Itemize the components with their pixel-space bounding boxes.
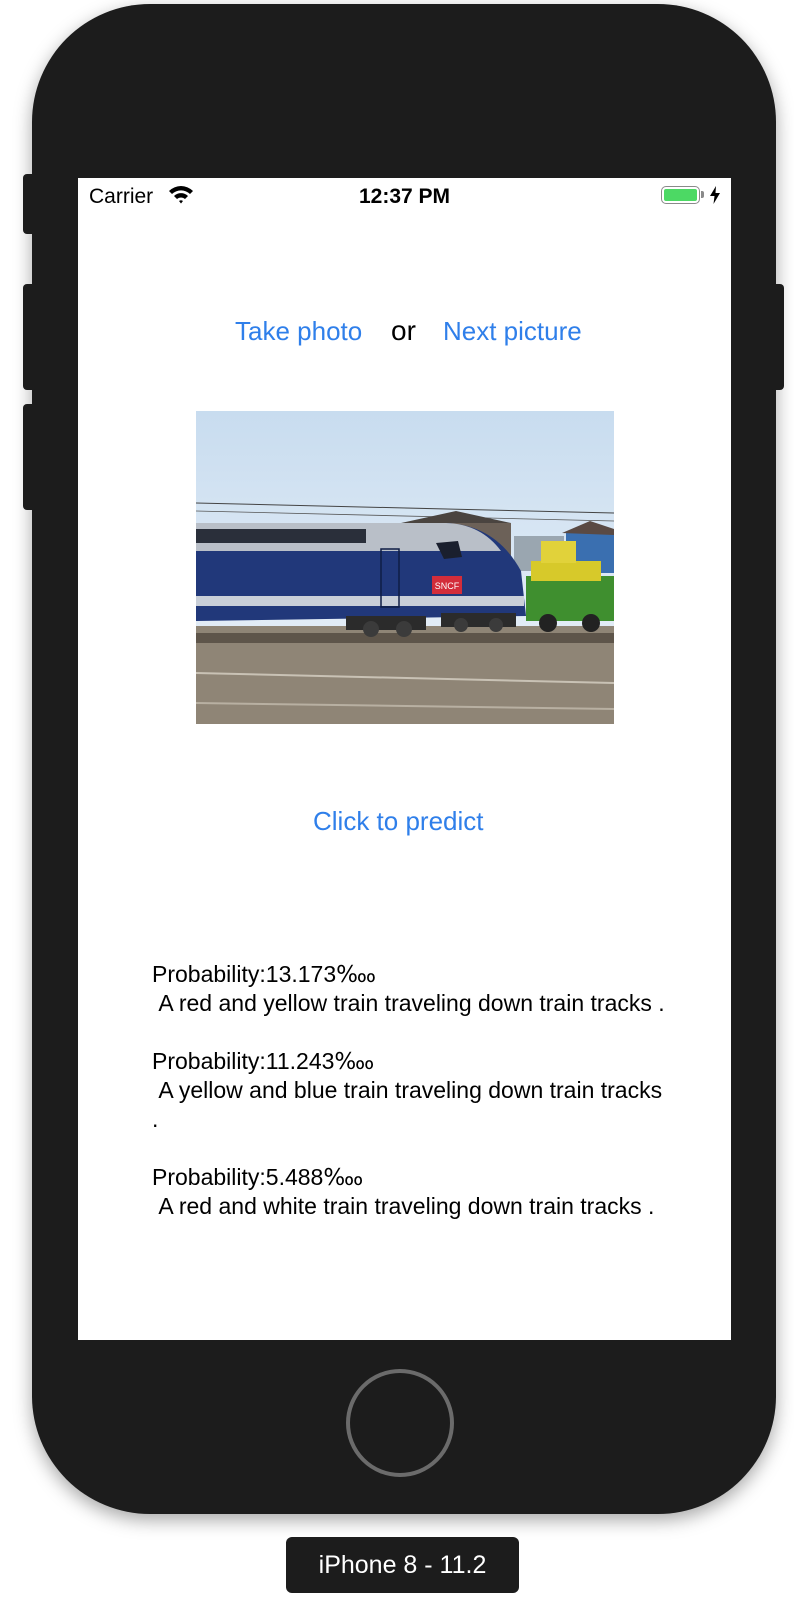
result-caption: A red and white train traveling down tra… <box>152 1193 655 1219</box>
train-photo: SNCF <box>196 411 614 724</box>
prediction-results: Probability:13.173‱ A red and yellow tra… <box>152 960 672 1250</box>
result-item: Probability:5.488‱ A red and white train… <box>152 1163 672 1221</box>
predict-button[interactable]: Click to predict <box>313 806 484 837</box>
result-probability: Probability:11.243‱ <box>152 1048 375 1074</box>
charging-bolt-icon <box>710 186 720 204</box>
result-probability: Probability:13.173‱ <box>152 961 377 987</box>
status-bar: Carrier 12:37 PM <box>78 178 731 216</box>
or-label: or <box>391 315 416 346</box>
battery-cap <box>701 191 704 198</box>
home-button[interactable] <box>346 1369 454 1477</box>
train-photo-illustration: SNCF <box>196 411 614 724</box>
result-item: Probability:11.243‱ A yellow and blue tr… <box>152 1047 672 1134</box>
device-label: iPhone 8 - 11.2 <box>286 1537 519 1593</box>
battery-level-fill <box>664 189 697 201</box>
volume-up-button <box>23 284 37 390</box>
volume-down-button <box>23 404 37 510</box>
battery-icon <box>661 186 700 204</box>
sncf-logo: SNCF <box>435 581 460 591</box>
app-screen: Carrier 12:37 PM Take photo or Next pict… <box>78 178 731 1340</box>
next-picture-button[interactable]: Next picture <box>443 316 582 347</box>
result-caption: A yellow and blue train traveling down t… <box>152 1077 669 1132</box>
result-probability: Probability:5.488‱ <box>152 1164 364 1190</box>
status-time: 12:37 PM <box>358 185 451 208</box>
take-photo-button[interactable]: Take photo <box>235 316 362 347</box>
result-caption: A red and yellow train traveling down tr… <box>152 990 665 1016</box>
mute-switch <box>23 174 37 234</box>
result-item: Probability:13.173‱ A red and yellow tra… <box>152 960 672 1018</box>
power-button <box>770 284 784 390</box>
